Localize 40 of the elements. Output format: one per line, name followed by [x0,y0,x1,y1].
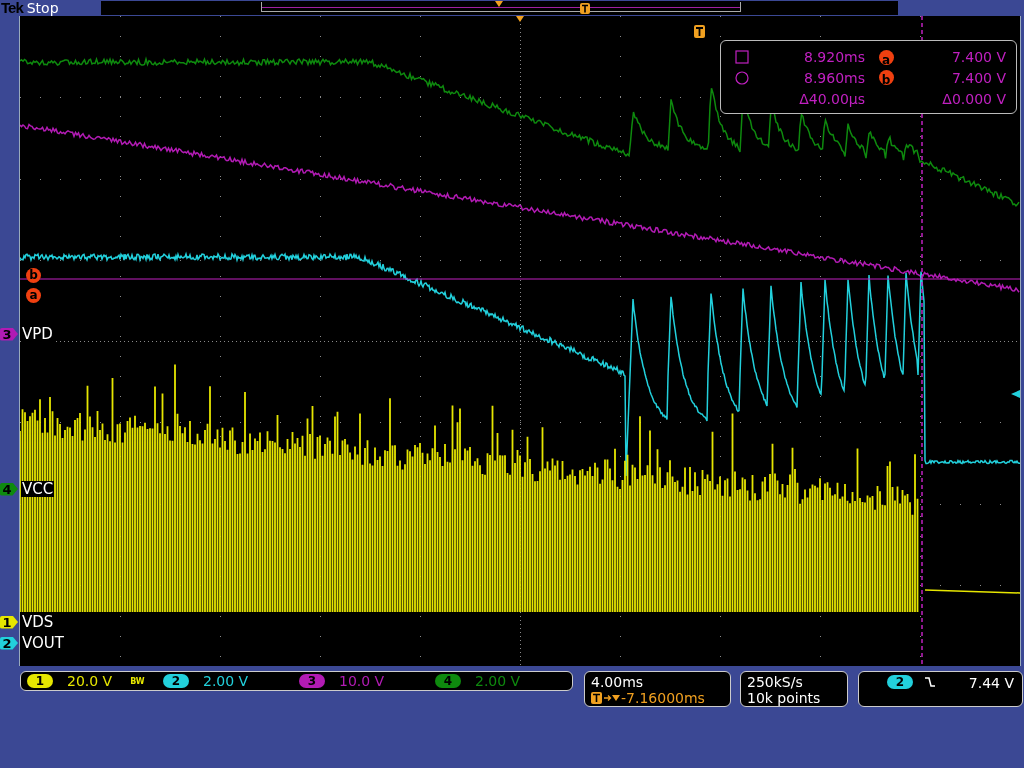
cursor-value: Δ0.000 V [941,89,1006,109]
channel-scale: 2.00 V [475,673,521,689]
cursor-time: Δ40.00µs [798,89,865,109]
channel-label: VCC [21,481,55,497]
cursor-marker: a [878,49,894,65]
cursor-value: 7.400 V [950,48,1006,68]
trigger-level-icon [1011,390,1020,398]
trigger-marker-icon [694,25,705,38]
channel-scale: 2.00 V [203,673,249,689]
channel-scale: 10.0 V [339,673,385,689]
trigger-position: -7.16000ms [621,690,705,706]
cursor-line[interactable] [921,16,923,666]
channel-badge[interactable]: 1 [27,674,53,688]
channel-label: VPD [21,326,54,342]
channel-label: VDS [21,614,55,630]
channel-marker[interactable]: 1 [0,615,18,629]
square-cursor-icon [735,50,749,65]
brand-logo: Tek [1,0,23,16]
channel-badge[interactable]: 3 [299,674,325,688]
falling-edge-icon [925,675,935,689]
channel-label: VOUT [21,635,65,651]
channel-badge[interactable]: 4 [435,674,461,688]
cursor-value: 7.400 V [950,69,1006,88]
trigger-source-badge: 2 [887,675,913,689]
channel-scale: 20.0 V [67,673,113,689]
trigger-level: 7.44 V [968,675,1014,691]
acquisition-status: Stop [26,0,59,16]
record-length: 10k points [747,690,822,706]
bandwidth-limit-indicator: BW [130,676,145,686]
channel-marker[interactable]: 4 [0,482,18,496]
cursor-line[interactable] [20,278,1020,280]
channel-marker[interactable]: 3 [0,327,18,341]
cursor-marker: b [878,70,894,86]
timebase-scale: 4.00ms [591,674,645,690]
circle-cursor-icon [735,71,749,85]
channel-badge[interactable]: 2 [163,674,189,688]
channel-marker[interactable]: 2 [0,636,18,650]
sample-rate: 250kS/s [747,674,804,690]
cursor-time: 8.960ms [803,69,865,88]
cursor-time: 8.920ms [803,48,865,68]
